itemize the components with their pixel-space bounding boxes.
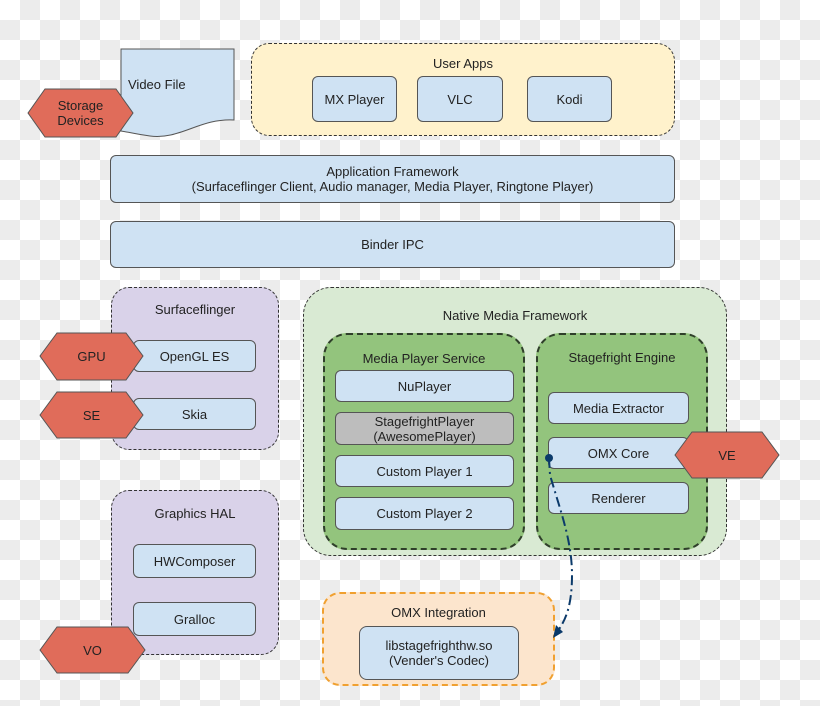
ve-label: VE xyxy=(718,447,736,463)
native-media-title: Native Media Framework xyxy=(442,308,588,323)
skia: Skia xyxy=(133,398,256,430)
lib-vendor: (Vender's Codec) xyxy=(388,653,490,668)
app-framework-subtitle: (Surfaceflinger Client, Audio manager, M… xyxy=(191,179,594,194)
binder-ipc: Binder IPC xyxy=(110,221,675,268)
vo-label: VO xyxy=(83,642,102,658)
stagefright-engine-title: Stagefright Engine xyxy=(568,350,676,365)
surfaceflinger-title: Surfaceflinger xyxy=(154,302,236,317)
custom-player-1: Custom Player 1 xyxy=(335,455,514,487)
awesome-player-name: (AwesomePlayer) xyxy=(373,428,476,444)
custom-player-2: Custom Player 2 xyxy=(335,497,514,530)
media-extractor: Media Extractor xyxy=(548,392,689,424)
stagefright-player-name: StagefrightPlayer xyxy=(374,413,475,429)
media-player-service-title: Media Player Service xyxy=(362,351,486,366)
app-mx-player: MX Player xyxy=(312,76,397,122)
stagefright-player: StagefrightPlayer (AwesomePlayer) xyxy=(335,412,514,445)
gralloc: Gralloc xyxy=(133,602,256,636)
omx-integration-title: OMX Integration xyxy=(391,605,486,620)
user-apps-title: User Apps xyxy=(433,56,493,71)
libstagefrighthw: libstagefrighthw.so (Vender's Codec) xyxy=(359,626,519,680)
opengl-es: OpenGL ES xyxy=(133,340,256,372)
video-file-label: Video File xyxy=(128,77,186,92)
storage-devices-label: Storage Devices xyxy=(28,89,133,137)
se-label: SE xyxy=(82,407,101,423)
gpu-label: GPU xyxy=(77,349,106,364)
app-vlc: VLC xyxy=(417,76,503,122)
hwcomposer: HWComposer xyxy=(133,544,256,578)
omx-core: OMX Core xyxy=(548,437,689,469)
video-file-shape xyxy=(120,48,235,137)
renderer: Renderer xyxy=(548,482,689,514)
storage-label-line1: Storage xyxy=(57,98,104,113)
app-framework-title: Application Framework xyxy=(326,164,459,179)
app-kodi: Kodi xyxy=(527,76,612,122)
lib-name: libstagefrighthw.so xyxy=(385,638,493,653)
storage-label-line2: Devices xyxy=(57,113,104,128)
nuplayer: NuPlayer xyxy=(335,370,514,402)
graphics-hal-title: Graphics HAL xyxy=(154,506,236,521)
application-framework: Application Framework (Surfaceflinger Cl… xyxy=(110,155,675,203)
